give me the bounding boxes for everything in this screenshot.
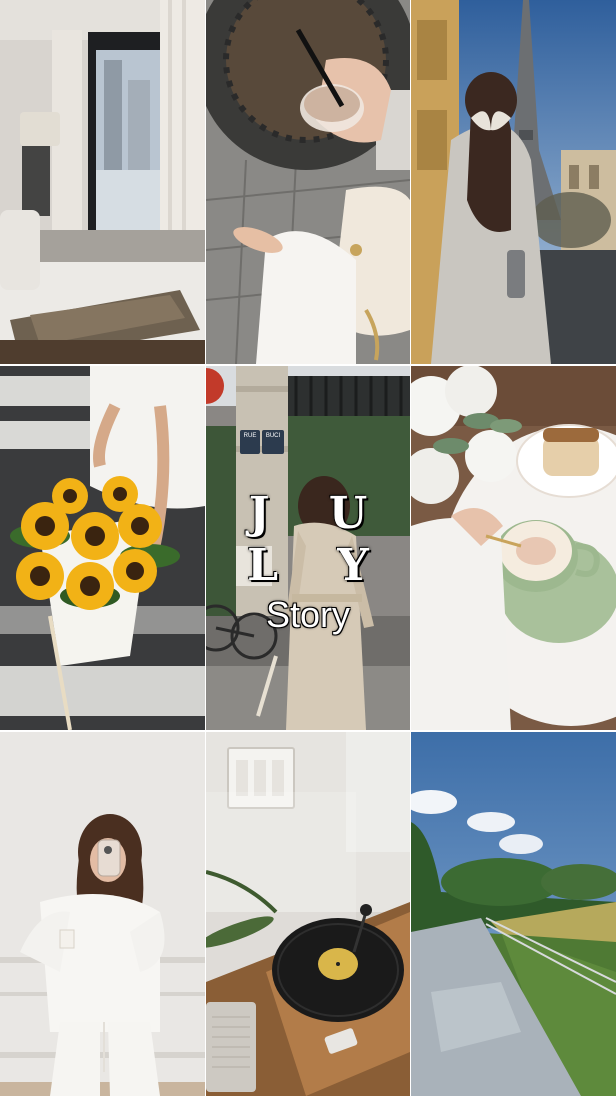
photo-cappuccino (411, 366, 616, 730)
photo-park-path (411, 732, 616, 1096)
photo-eiffel-tower (411, 0, 616, 364)
street-sign-left: RUE (243, 433, 257, 439)
photo-record-player (206, 732, 410, 1096)
photo-paris-trench-coat: RUE BUCI (206, 366, 410, 730)
photo-sunflower-bouquet (0, 366, 205, 730)
photo-mirror-selfie (0, 732, 205, 1096)
photo-collage: RUE BUCI (0, 0, 616, 1096)
photo-bedroom-window (0, 0, 205, 364)
street-sign-right: BUCI (265, 433, 281, 439)
photo-iced-coffee (206, 0, 410, 364)
